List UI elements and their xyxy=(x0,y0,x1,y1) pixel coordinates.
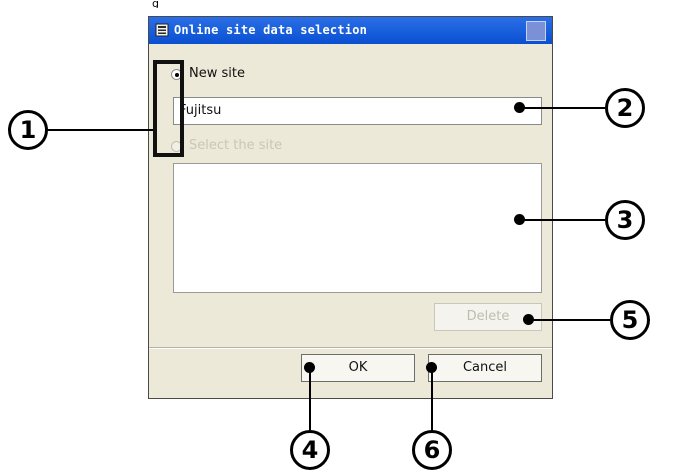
annotation-lines xyxy=(45,107,610,432)
leader-dot-4 xyxy=(304,362,315,373)
callout-6: 6 xyxy=(412,430,452,470)
callout-5: 5 xyxy=(610,300,650,340)
callout-2: 2 xyxy=(605,88,645,128)
leader-dot-2 xyxy=(514,102,525,113)
callout-1: 1 xyxy=(8,110,48,150)
leader-dot-5 xyxy=(523,314,534,325)
callout-3: 3 xyxy=(605,200,645,240)
leader-dot-3 xyxy=(514,214,525,225)
radio-highlight-box xyxy=(153,60,184,157)
callout-4: 4 xyxy=(290,430,330,470)
leader-dot-6 xyxy=(426,362,437,373)
